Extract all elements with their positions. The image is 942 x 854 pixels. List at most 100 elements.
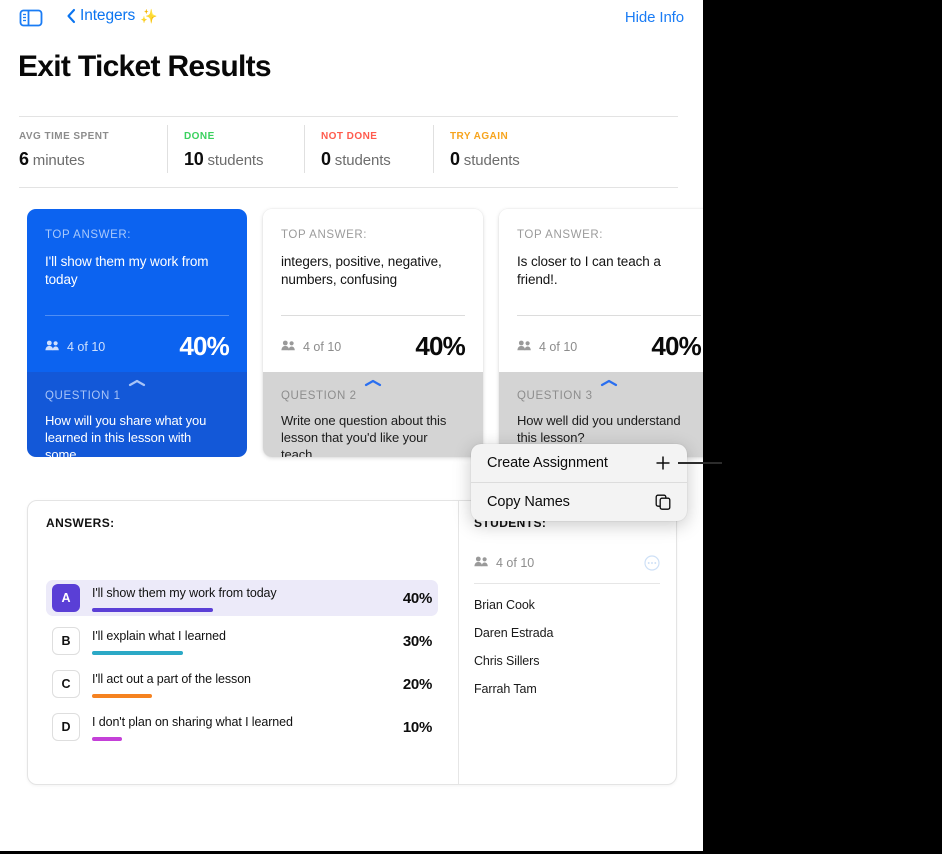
card-count-text: 4 of 10 (67, 339, 106, 354)
question-number-label: QUESTION 1 (45, 390, 121, 402)
stats-strip: AVG TIME SPENT 6 minutes DONE 10 student… (19, 116, 678, 188)
stat-value: 0 students (321, 149, 433, 170)
question-number-label: QUESTION 2 (281, 390, 357, 402)
student-list-item[interactable]: Daren Estrada (474, 626, 660, 640)
answer-bar (92, 650, 183, 656)
answer-row[interactable]: D I don't plan on sharing what I learned… (46, 709, 438, 745)
question-text: How well did you understand this lesson? (517, 413, 681, 445)
card-stats-row: 4 of 10 40% (281, 331, 466, 362)
callout-leader-line (678, 462, 722, 464)
stat-label: NOT DONE (321, 131, 378, 142)
answer-detail-panel: ANSWERS: A I'll show them my work from t… (27, 500, 677, 785)
student-list-item[interactable]: Chris Sillers (474, 654, 660, 668)
students-respondent-count: 4 of 10 (474, 556, 534, 570)
stat-not-done: NOT DONE 0 students (304, 117, 433, 187)
students-count-text: 4 of 10 (496, 556, 535, 570)
card-divider (281, 315, 465, 316)
stat-number: 0 (450, 149, 460, 169)
card-question-section[interactable]: QUESTION 1 How will you share what you l… (27, 372, 247, 457)
sidebar-toggle-icon[interactable] (18, 7, 44, 29)
stat-number: 0 (321, 149, 331, 169)
people-icon (281, 340, 296, 354)
stat-try-again: TRY AGAIN 0 students (433, 117, 562, 187)
students-section: STUDENTS: 4 of 10 Brian Cook Daren Estra… (459, 501, 676, 784)
people-icon (474, 556, 489, 570)
question-card-2[interactable]: TOP ANSWER: integers, positive, negative… (263, 209, 483, 457)
students-count-row: 4 of 10 (474, 555, 660, 584)
answer-bar (92, 736, 123, 742)
top-answer-label: TOP ANSWER: (517, 229, 604, 241)
menu-item-label: Copy Names (487, 494, 570, 510)
app-content-area: Integers ✨ Hide Info Exit Ticket Results… (0, 0, 703, 851)
question-card-3[interactable]: TOP ANSWER: Is closer to I can teach a f… (499, 209, 703, 457)
student-list-item[interactable]: Farrah Tam (474, 682, 660, 696)
question-number-label: QUESTION 3 (517, 390, 593, 402)
plus-icon (655, 455, 671, 471)
answer-bar (92, 607, 213, 613)
card-top-answer-section: TOP ANSWER: Is closer to I can teach a f… (499, 209, 703, 372)
card-respondent-count: 4 of 10 (45, 340, 105, 354)
answer-text: I'll act out a part of the lesson (92, 671, 251, 686)
answer-percent: 30% (402, 632, 432, 650)
question-card-1[interactable]: TOP ANSWER: I'll show them my work from … (27, 209, 247, 457)
top-answer-text: Is closer to I can teach a friend!. (517, 254, 661, 287)
answer-body: I'll explain what I learned (92, 627, 394, 656)
card-stats-row: 4 of 10 40% (45, 331, 230, 362)
answer-body: I don't plan on sharing what I learned (92, 713, 394, 742)
answer-letter-badge: A (52, 584, 80, 612)
card-question-section[interactable]: QUESTION 2 Write one question about this… (263, 372, 483, 457)
card-top-answer-section: TOP ANSWER: I'll show them my work from … (27, 209, 247, 372)
stat-avg-time-spent: AVG TIME SPENT 6 minutes (19, 117, 167, 187)
stat-unit: minutes (32, 152, 85, 169)
answers-heading: ANSWERS: (46, 516, 115, 530)
answer-letter-badge: B (52, 627, 80, 655)
stat-unit: students (334, 152, 391, 169)
stat-label: DONE (184, 131, 215, 142)
card-divider (517, 315, 701, 316)
answer-row[interactable]: B I'll explain what I learned 30% (46, 623, 438, 659)
card-percent: 40% (651, 331, 701, 361)
people-icon (517, 340, 532, 354)
chevron-up-icon[interactable] (599, 375, 619, 387)
answers-section: ANSWERS: A I'll show them my work from t… (28, 501, 458, 784)
stat-number: 10 (184, 149, 204, 169)
answer-percent: 20% (402, 675, 432, 693)
card-top-answer-section: TOP ANSWER: integers, positive, negative… (263, 209, 483, 372)
answer-text: I'll show them my work from today (92, 585, 277, 600)
menu-item-copy-names[interactable]: Copy Names (471, 482, 687, 521)
chevron-up-icon[interactable] (363, 375, 383, 387)
screen: Integers ✨ Hide Info Exit Ticket Results… (0, 0, 942, 854)
stat-unit: students (463, 152, 520, 169)
stat-value: 0 students (450, 149, 562, 170)
top-answer-label: TOP ANSWER: (281, 229, 368, 241)
stat-value: 10 students (184, 149, 304, 170)
answer-body: I'll act out a part of the lesson (92, 670, 394, 699)
card-respondent-count: 4 of 10 (281, 340, 341, 354)
answer-bar (92, 693, 153, 699)
stat-unit: students (207, 152, 264, 169)
menu-item-create-assignment[interactable]: Create Assignment (471, 444, 687, 482)
answer-text: I don't plan on sharing what I learned (92, 714, 293, 729)
chevron-up-icon[interactable] (127, 375, 147, 387)
card-count-text: 4 of 10 (539, 339, 578, 354)
stat-value: 6 minutes (19, 149, 167, 170)
answer-row[interactable]: C I'll act out a part of the lesson 20% (46, 666, 438, 702)
hide-info-button[interactable]: Hide Info (625, 9, 684, 26)
card-count-text: 4 of 10 (303, 339, 342, 354)
answer-text: I'll explain what I learned (92, 628, 226, 643)
back-button[interactable]: Integers ✨ (66, 7, 158, 25)
student-list-item[interactable]: Brian Cook (474, 598, 660, 612)
stat-label: AVG TIME SPENT (19, 131, 110, 142)
sparkle-icon: ✨ (140, 8, 158, 24)
page-title: Exit Ticket Results (18, 50, 272, 83)
answer-list: A I'll show them my work from today 40% … (46, 580, 438, 745)
card-percent: 40% (415, 331, 465, 361)
card-stats-row: 4 of 10 40% (517, 331, 702, 362)
more-circle-icon[interactable] (644, 555, 660, 571)
menu-item-label: Create Assignment (487, 455, 608, 471)
answer-row[interactable]: A I'll show them my work from today 40% (46, 580, 438, 616)
stat-number: 6 (19, 149, 29, 169)
question-text: How will you share what you learned in t… (45, 413, 207, 457)
navigation-bar: Integers ✨ Hide Info (0, 0, 703, 39)
back-label: Integers (80, 7, 136, 24)
